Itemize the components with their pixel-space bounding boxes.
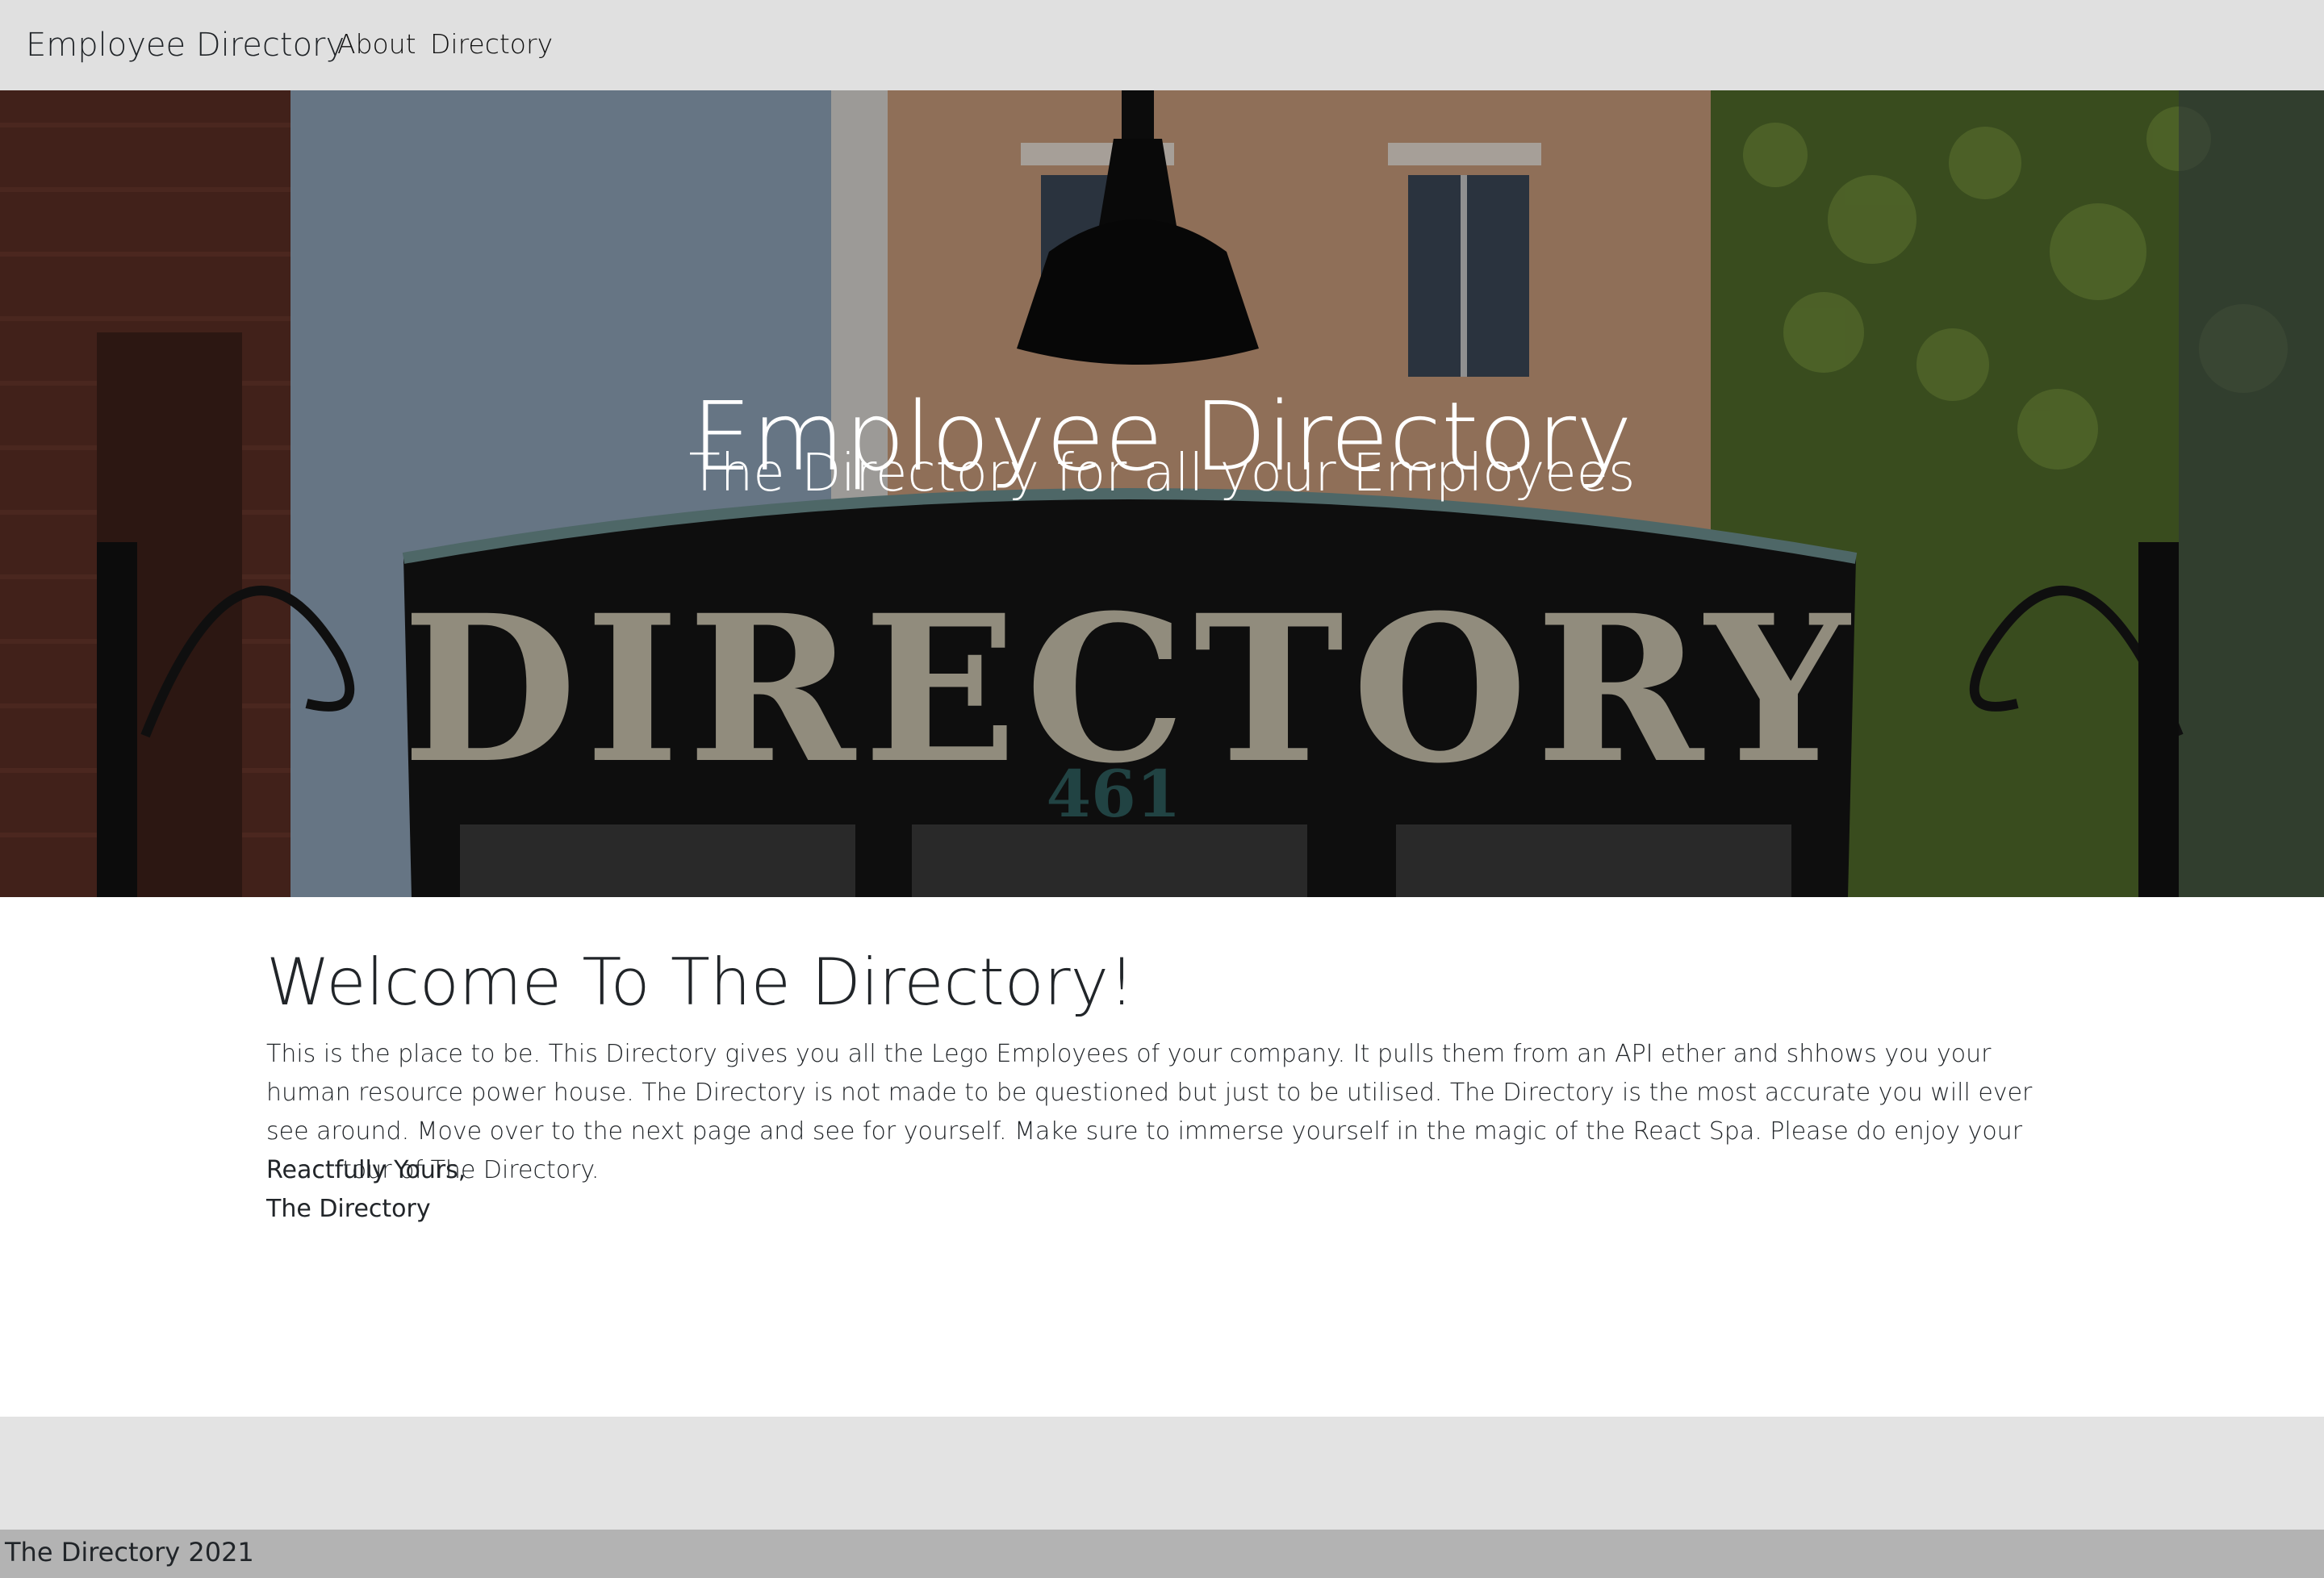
hero-banner: DIRECTORY 461 Employee Directory The Dir… <box>0 90 2324 897</box>
navbar: Employee Directory About Directory <box>0 0 2324 90</box>
brand-link[interactable]: Employee Directory <box>26 23 345 68</box>
signoff-signature: The Directory <box>266 1195 431 1223</box>
hero-subtitle: The Directory for all your Employees <box>688 444 1636 503</box>
nav-link-about[interactable]: About <box>337 24 416 65</box>
welcome-heading: Welcome To The Directory! <box>266 945 1135 1020</box>
footer-spacer <box>0 1417 2324 1530</box>
welcome-paragraph: This is the place to be. This Directory … <box>266 1040 2033 1184</box>
nav-link-directory[interactable]: Directory <box>430 24 553 65</box>
signoff-line: Reactfully Yours, <box>266 1156 466 1184</box>
footer-copyright: The Directory 2021 <box>5 1537 254 1568</box>
footer <box>0 1530 2324 1578</box>
